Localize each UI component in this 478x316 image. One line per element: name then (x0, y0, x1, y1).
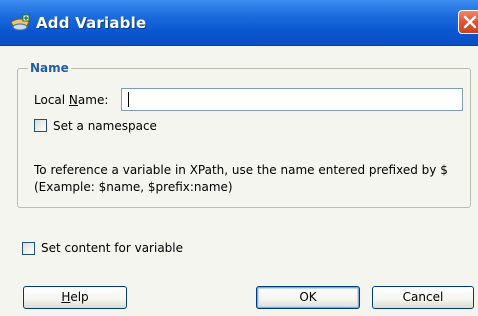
local-name-label: Local Name: (34, 93, 108, 107)
add-variable-dialog: Add Variable Name Local Name: Set a name… (0, 0, 478, 316)
set-namespace-label: Set a namespace (53, 119, 157, 133)
set-content-label: Set content for variable (41, 241, 184, 255)
help-button-mnemonic: H (61, 290, 71, 304)
name-group-legend: Name (28, 60, 71, 76)
cancel-button[interactable]: Cancel (372, 286, 474, 309)
ok-button[interactable]: OK (256, 286, 360, 309)
help-button-label-rest: elp (70, 290, 89, 304)
help-button[interactable]: Help (23, 286, 127, 309)
local-name-label-mnemonic: N (68, 93, 78, 107)
set-namespace-checkbox[interactable] (34, 119, 47, 132)
local-name-input[interactable] (121, 88, 463, 111)
variable-icon (8, 12, 32, 34)
set-content-checkbox[interactable] (22, 242, 35, 255)
local-name-label-prefix: Local (34, 93, 69, 107)
text-caret (128, 92, 129, 107)
local-name-label-suffix: ame: (77, 93, 109, 107)
ok-button-label: OK (299, 290, 317, 304)
title-bar[interactable]: Add Variable (0, 0, 478, 46)
xpath-info-text: To reference a variable in XPath, use th… (34, 162, 466, 196)
xpath-info-line-2: (Example: $name, $prefix:name) (34, 180, 233, 194)
close-button[interactable] (458, 10, 478, 34)
cancel-button-label: Cancel (402, 290, 444, 304)
window-title: Add Variable (36, 14, 147, 32)
xpath-info-line-1: To reference a variable in XPath, use th… (34, 163, 448, 177)
